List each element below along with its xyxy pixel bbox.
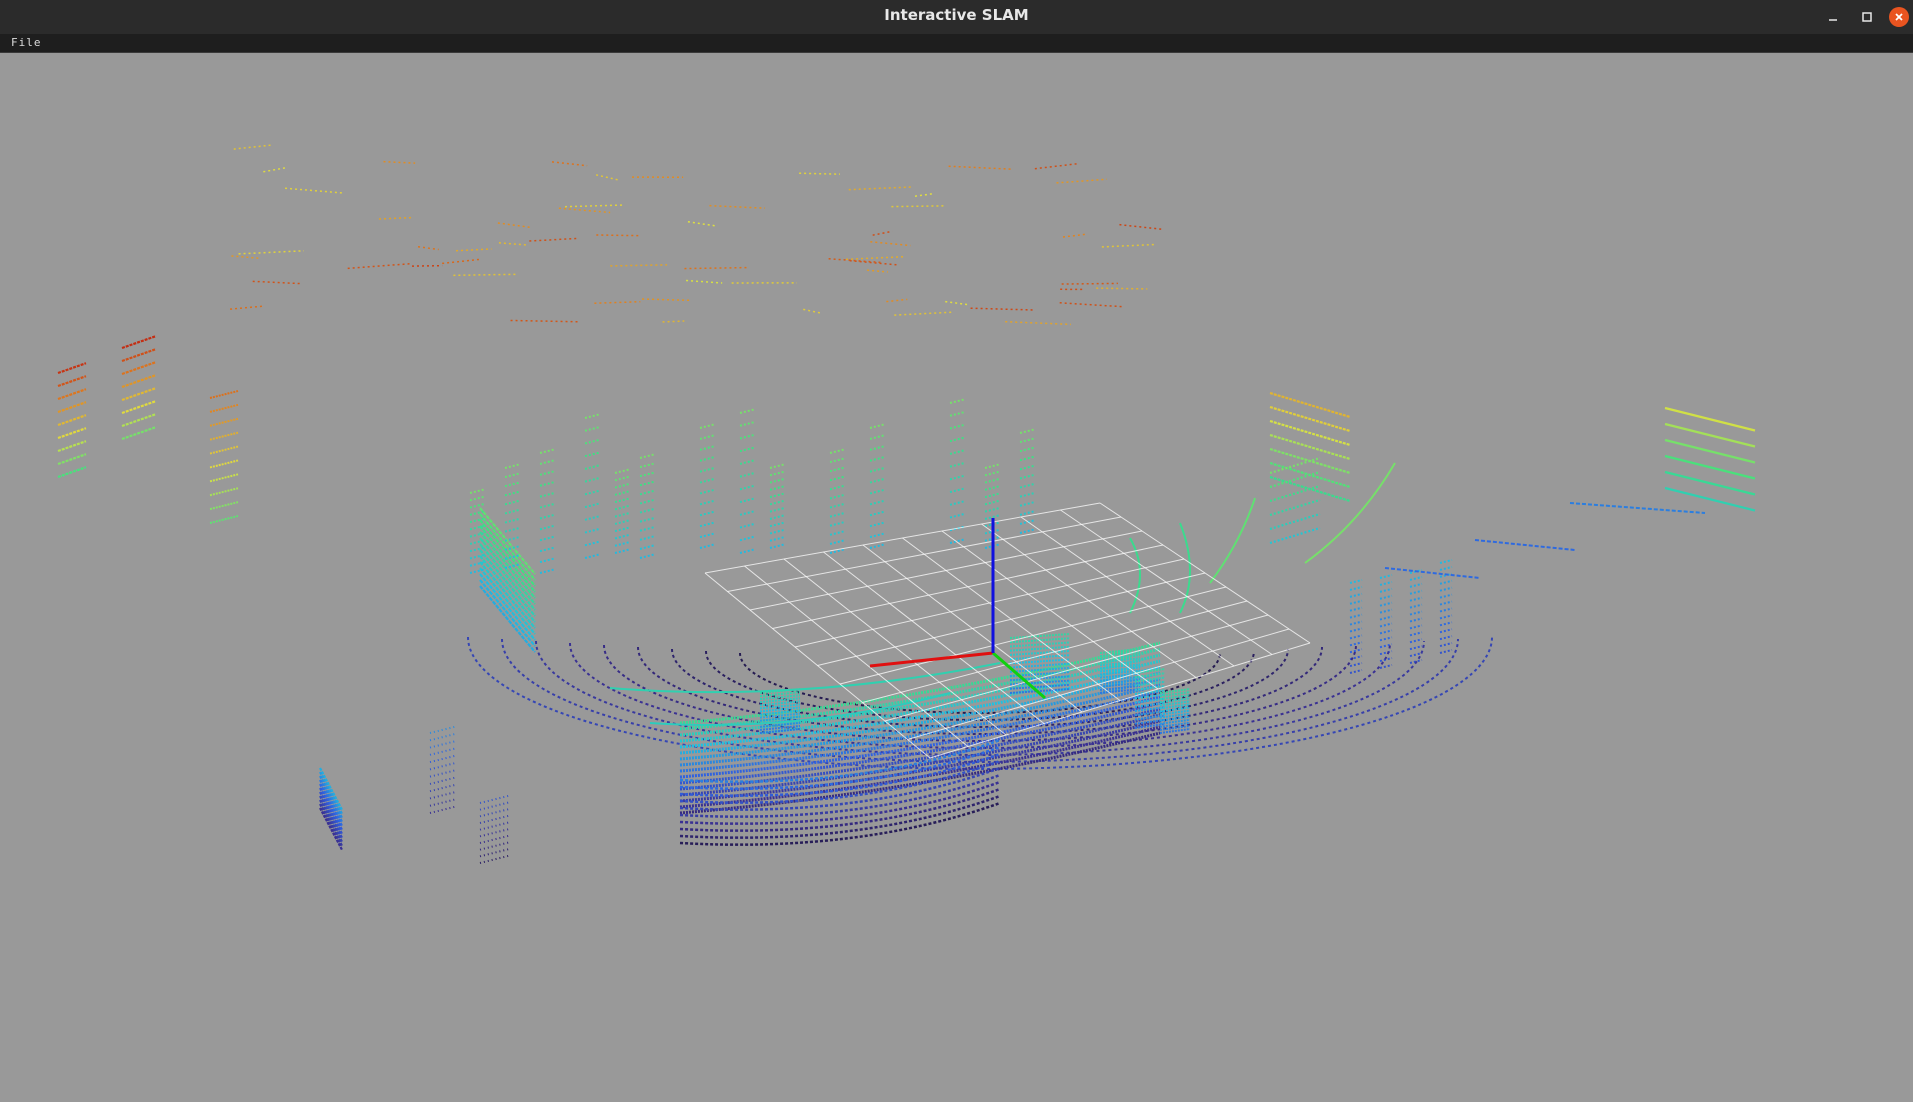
minimize-icon [1829,19,1837,21]
menu-bar: File [0,34,1913,53]
close-button[interactable] [1888,6,1910,28]
3d-viewport[interactable] [0,53,1913,1102]
minimize-button[interactable] [1822,6,1844,28]
close-icon [1895,13,1903,21]
maximize-icon [1862,12,1872,22]
point-cloud [57,144,1756,864]
menu-file[interactable]: File [6,34,47,52]
window-title: Interactive SLAM [884,6,1029,24]
maximize-button[interactable] [1856,6,1878,28]
point-cloud-canvas[interactable] [0,53,1913,1102]
title-bar: Interactive SLAM [0,0,1913,34]
